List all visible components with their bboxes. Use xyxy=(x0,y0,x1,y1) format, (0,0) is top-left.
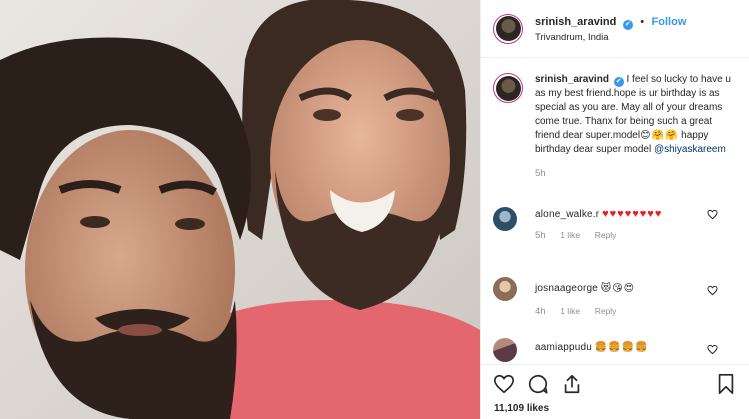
comment-icon[interactable] xyxy=(527,373,549,395)
comment-body: aamiappudu 🍔🍔🍔🍔 xyxy=(535,338,700,355)
comment-item: alone_walke.r ♥♥♥♥♥♥♥♥ 5h 1 like Reply xyxy=(493,207,738,241)
verified-icon: ✔ xyxy=(613,77,624,87)
comment-avatar[interactable] xyxy=(493,338,517,362)
comment-likes[interactable]: 1 like xyxy=(560,230,580,240)
comment-like-heart-icon[interactable] xyxy=(707,209,718,220)
comment-likes[interactable]: 1 like xyxy=(560,306,580,316)
comments-list[interactable]: srinish_aravind ✔ I feel so lucky to hav… xyxy=(481,59,749,364)
avatar[interactable] xyxy=(493,73,523,103)
separator-dot: • xyxy=(640,15,645,28)
reply-button[interactable]: Reply xyxy=(595,306,617,316)
bookmark-icon[interactable] xyxy=(715,373,737,395)
comment-body: josnaageorge 😻😘😍 xyxy=(535,277,700,296)
comment-username[interactable]: alone_walke.r xyxy=(535,209,599,220)
comment-avatar[interactable] xyxy=(493,207,517,231)
comment-time[interactable]: 4h xyxy=(535,306,546,317)
comment-text: 😻😘😍 xyxy=(600,283,636,294)
avatar[interactable] xyxy=(493,13,523,44)
caption: srinish_aravind ✔ I feel so lucky to hav… xyxy=(493,73,733,181)
action-icons xyxy=(493,373,583,395)
follow-button[interactable]: Follow xyxy=(652,16,687,28)
action-bar: 11,109 likes xyxy=(481,364,749,419)
comment-username[interactable]: aamiappudu xyxy=(535,342,592,353)
comment-text: 🍔🍔🍔🍔 xyxy=(594,342,649,353)
location-link[interactable]: Trivandrum, India xyxy=(535,30,686,45)
caption-body: srinish_aravind ✔ I feel so lucky to hav… xyxy=(535,73,733,181)
header-info: srinish_aravind ✔ • Follow Trivandrum, I… xyxy=(535,13,686,45)
comment-like-heart-icon[interactable] xyxy=(707,344,718,355)
bookmark-button[interactable] xyxy=(715,373,737,400)
verified-icon: ✔ xyxy=(622,19,633,30)
post-photo[interactable] xyxy=(0,0,480,419)
comment-time[interactable]: 5h xyxy=(535,230,546,241)
post-header: srinish_aravind ✔ • Follow Trivandrum, I… xyxy=(481,0,749,58)
post-side-panel: srinish_aravind ✔ • Follow Trivandrum, I… xyxy=(480,0,749,419)
author-username[interactable]: srinish_aravind xyxy=(535,16,616,28)
caption-mention-link[interactable]: @shiyaskareem xyxy=(654,144,726,155)
comment-like-heart-icon[interactable] xyxy=(707,285,718,296)
comment-meta: 4h 1 like Reply xyxy=(535,306,738,317)
comment-meta: 5h 1 like Reply xyxy=(535,230,738,241)
caption-time[interactable]: 5h xyxy=(535,167,733,181)
comment-username[interactable]: josnaageorge xyxy=(535,283,598,294)
comment-text: ♥♥♥♥♥♥♥♥ xyxy=(602,208,663,220)
share-icon[interactable] xyxy=(561,373,583,395)
caption-emojis: 😊🤗🤗 xyxy=(640,130,679,141)
heart-icon[interactable] xyxy=(493,373,515,395)
comment-body: alone_walke.r ♥♥♥♥♥♥♥♥ xyxy=(535,207,700,222)
likes-count[interactable]: 11,109 likes xyxy=(494,403,549,414)
comment-avatar[interactable] xyxy=(493,277,517,301)
reply-button[interactable]: Reply xyxy=(595,230,617,240)
caption-username[interactable]: srinish_aravind xyxy=(535,74,609,85)
comment-item: josnaageorge 😻😘😍 4h 1 like Reply xyxy=(493,277,738,317)
post-photo-illustration xyxy=(0,0,480,419)
comment-item: aamiappudu 🍔🍔🍔🍔 xyxy=(493,338,738,362)
